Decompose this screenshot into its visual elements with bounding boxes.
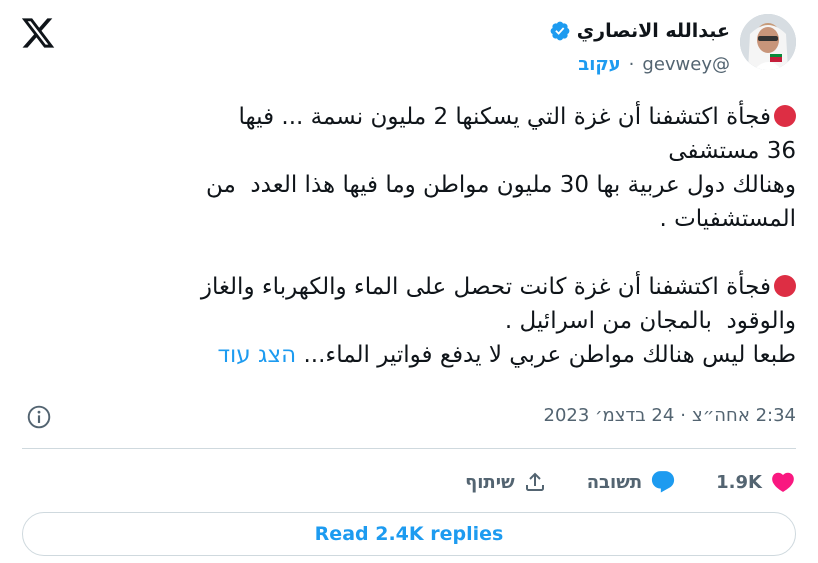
separator-dot: · (680, 405, 687, 426)
avatar[interactable] (740, 14, 796, 70)
tweet-line: المستشفيات . (659, 206, 796, 232)
verified-badge-icon (550, 21, 570, 41)
avatar-image (740, 14, 796, 70)
tweet-line: فجأة اكتشفنا أن غزة كانت تحصل على الماء … (200, 274, 771, 300)
like-count: 1.9K (716, 471, 762, 493)
handle-row: @gevwey · עקוב (578, 54, 730, 75)
action-bar: 1.9K תשובה שיתוף (425, 462, 796, 502)
share-button[interactable]: שיתוף (465, 470, 547, 494)
tweet-timestamp[interactable]: 2:34 אחה״צ · 24 בדצמ׳ 2023 (544, 405, 797, 426)
share-icon (525, 472, 544, 491)
divider (22, 448, 796, 449)
reply-label: תשובה (586, 471, 643, 493)
tweet-line: 36 مستشفى (668, 138, 796, 164)
tweet-line: والوقود بالمجان من اسرائيل . (504, 308, 796, 334)
tweet-date: 24 בדצמ׳ 2023 (543, 405, 675, 426)
separator-dot: · (628, 54, 635, 75)
reply-button[interactable]: תשובה (587, 469, 676, 495)
tweet-line: وهنالك دول عربية بها 30 مليون مواطن وما … (205, 172, 796, 198)
tweet-time: 2:34 אחה״צ (692, 405, 796, 426)
follow-button[interactable]: עקוב (578, 54, 620, 75)
show-more-link[interactable]: הצג עוד (217, 342, 296, 368)
red-circle-icon (774, 105, 796, 127)
info-icon[interactable] (26, 404, 52, 430)
red-circle-icon (774, 275, 796, 297)
tweet-line: طبعا ليس هنالك مواطن عربي لا يدفع فواتير… (303, 342, 796, 368)
reply-bubble-icon (652, 471, 675, 493)
author-name-row: عبدالله الانصاري (549, 20, 730, 42)
like-button[interactable]: 1.9K (716, 469, 796, 495)
tweet-text: فجأة اكتشفنا أن غزة التي يسكنها 2 مليون … (16, 100, 796, 372)
heart-icon (772, 472, 794, 492)
author-handle[interactable]: @gevwey (642, 54, 730, 75)
share-label: שיתוף (465, 471, 515, 493)
read-replies-button[interactable]: Read 2.4K replies (22, 512, 796, 556)
author-name[interactable]: عبدالله الانصاري (577, 20, 730, 42)
x-logo-icon[interactable] (20, 15, 56, 51)
tweet-line: فجأة اكتشفنا أن غزة التي يسكنها 2 مليون … (238, 104, 771, 130)
